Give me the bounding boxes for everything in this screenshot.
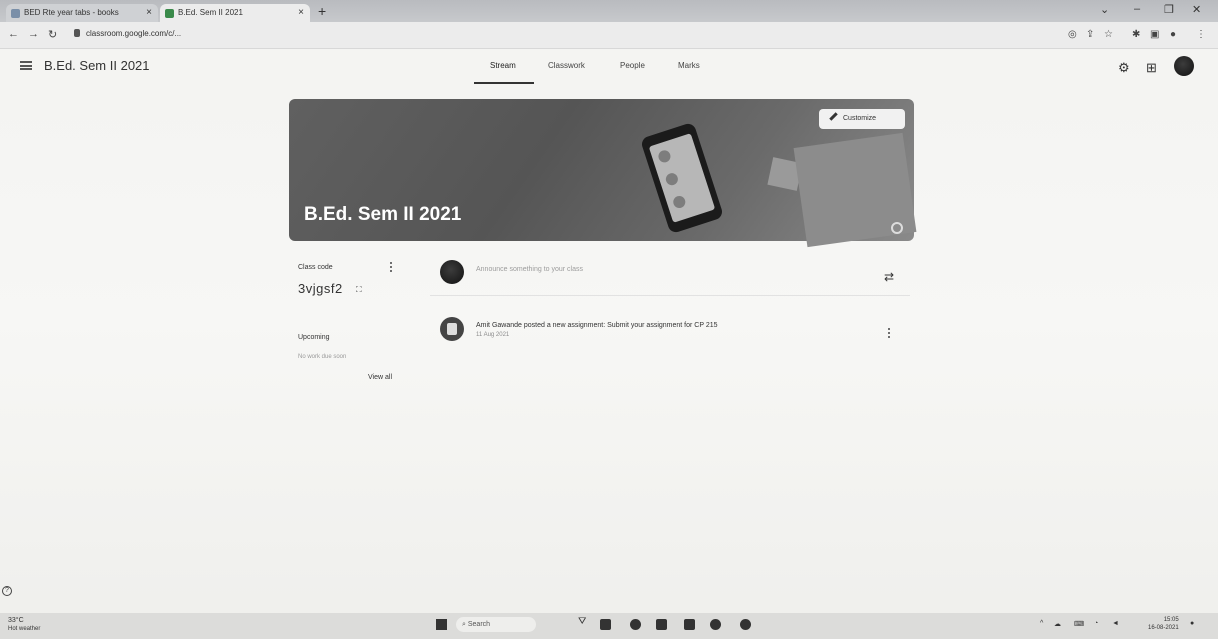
upcoming-empty-text: No work due soon: [298, 354, 347, 360]
share-icon[interactable]: ⇪: [1086, 29, 1094, 40]
browser-tab-1[interactable]: BED Rte year tabs - books ×: [6, 4, 158, 22]
classroom-favicon-icon: [165, 9, 174, 18]
tab-classwork[interactable]: Classwork: [548, 61, 585, 70]
screen: BED Rte year tabs - books × B.Ed. Sem II…: [0, 0, 1218, 639]
taskbar-search-label: Search: [467, 621, 491, 628]
help-icon[interactable]: ?: [2, 586, 12, 596]
user-avatar: [440, 260, 464, 284]
tab-stream[interactable]: Stream: [490, 61, 516, 70]
class-info-icon[interactable]: [891, 222, 903, 234]
divider: [430, 295, 910, 296]
taskbar-search[interactable]: ⌕ Search: [456, 617, 536, 632]
clock-time: 15:05: [1163, 617, 1179, 623]
forward-icon[interactable]: →: [28, 28, 39, 40]
settings-gear-icon[interactable]: ⚙: [1118, 60, 1130, 76]
mail-icon[interactable]: [684, 619, 695, 630]
tab-favicon-icon: [11, 9, 20, 18]
maximize-icon[interactable]: ❐: [1164, 3, 1174, 16]
google-lens-icon[interactable]: ◎: [1068, 29, 1077, 40]
apps-grid-icon[interactable]: ⊞: [1146, 60, 1157, 76]
wifi-icon[interactable]: ◔: [1094, 620, 1098, 627]
language-icon[interactable]: ⌨: [1074, 620, 1084, 628]
minimize-icon[interactable]: –: [1134, 3, 1140, 15]
post-title[interactable]: Amit Gawande posted a new assignment: Su…: [476, 322, 718, 329]
tab-marks[interactable]: Marks: [678, 61, 700, 70]
phone-dot: [671, 194, 687, 210]
edge-icon[interactable]: [710, 619, 721, 630]
reload-icon[interactable]: ↻: [48, 28, 57, 41]
omnibox[interactable]: classroom.google.com/c/...: [70, 26, 1070, 43]
close-tab-icon[interactable]: ×: [146, 4, 152, 22]
browser-tab-strip: BED Rte year tabs - books × B.Ed. Sem II…: [0, 0, 1218, 22]
file-explorer-icon[interactable]: [600, 619, 611, 630]
tab-search-icon[interactable]: ⌄: [1100, 3, 1109, 16]
back-icon[interactable]: ←: [8, 28, 19, 40]
repost-icon[interactable]: ⇄: [884, 270, 894, 284]
fullscreen-icon[interactable]: ⛶: [356, 285, 362, 295]
class-code-value: 3vjgsf2: [298, 281, 343, 296]
lock-icon: [74, 29, 80, 37]
weather-desc[interactable]: Hot weather: [8, 626, 40, 632]
browser-tab-2[interactable]: B.Ed. Sem II 2021 ×: [160, 4, 310, 22]
banner-class-title: B.Ed. Sem II 2021: [304, 204, 462, 225]
chrome-icon[interactable]: [630, 619, 641, 630]
close-tab-icon[interactable]: ×: [298, 4, 304, 22]
class-title[interactable]: B.Ed. Sem II 2021: [44, 58, 150, 73]
active-tab-indicator: [474, 82, 534, 84]
url-text: classroom.google.com/c/...: [86, 29, 182, 38]
clock[interactable]: 15:05 16-08-2021: [1148, 616, 1179, 632]
taskbar: 33°C Hot weather ⌕ Search ⛛ ^ ☁ ⌨ ◔ ◄ 15…: [0, 613, 1218, 639]
app-icon[interactable]: [740, 619, 751, 630]
phone-dot: [664, 171, 680, 187]
class-code-more-icon[interactable]: [390, 262, 392, 274]
post-date: 11 Aug 2021: [476, 332, 510, 338]
upcoming-label: Upcoming: [298, 334, 330, 341]
post-more-icon[interactable]: [888, 328, 890, 340]
pencil-icon: [829, 112, 838, 121]
class-code-label: Class code: [298, 264, 333, 271]
view-all-link[interactable]: View all: [368, 374, 392, 381]
browser-tab-2-label: B.Ed. Sem II 2021: [178, 8, 243, 17]
address-bar-row: ← → ↻ classroom.google.com/c/... ◎ ⇪ ☆ ✱…: [0, 22, 1218, 49]
start-menu-icon[interactable]: [436, 619, 447, 630]
classroom-header: B.Ed. Sem II 2021 Stream Classwork Peopl…: [0, 48, 1218, 88]
account-avatar[interactable]: [1174, 56, 1194, 76]
notification-icon[interactable]: ●: [1190, 620, 1194, 627]
phone-dot: [656, 148, 673, 164]
browser-tab-1-label: BED Rte year tabs - books: [24, 8, 119, 17]
extensions-icon[interactable]: ✱: [1132, 29, 1140, 40]
onedrive-icon[interactable]: ☁: [1054, 620, 1061, 628]
side-panel-icon[interactable]: ▣: [1150, 29, 1159, 40]
widgets-icon[interactable]: ⛛: [578, 616, 589, 627]
hamburger-menu-icon[interactable]: [20, 61, 32, 70]
profile-icon[interactable]: ●: [1170, 29, 1176, 40]
customize-button[interactable]: Customize: [819, 109, 905, 129]
bookmark-star-icon[interactable]: ☆: [1104, 29, 1113, 40]
volume-icon[interactable]: ◄: [1112, 620, 1119, 627]
announce-input[interactable]: Announce something to your class: [476, 266, 583, 273]
store-icon[interactable]: [656, 619, 667, 630]
browser-menu-icon[interactable]: ⋮: [1196, 29, 1206, 40]
customize-label: Customize: [843, 115, 877, 122]
new-tab-icon[interactable]: +: [318, 3, 326, 19]
tab-people[interactable]: People: [620, 61, 645, 70]
weather-temp[interactable]: 33°C: [8, 617, 24, 624]
clock-date: 16-08-2021: [1148, 625, 1179, 631]
assignment-icon: [440, 317, 464, 341]
close-window-icon[interactable]: ✕: [1192, 3, 1201, 16]
tray-chevron-icon[interactable]: ^: [1040, 620, 1043, 627]
